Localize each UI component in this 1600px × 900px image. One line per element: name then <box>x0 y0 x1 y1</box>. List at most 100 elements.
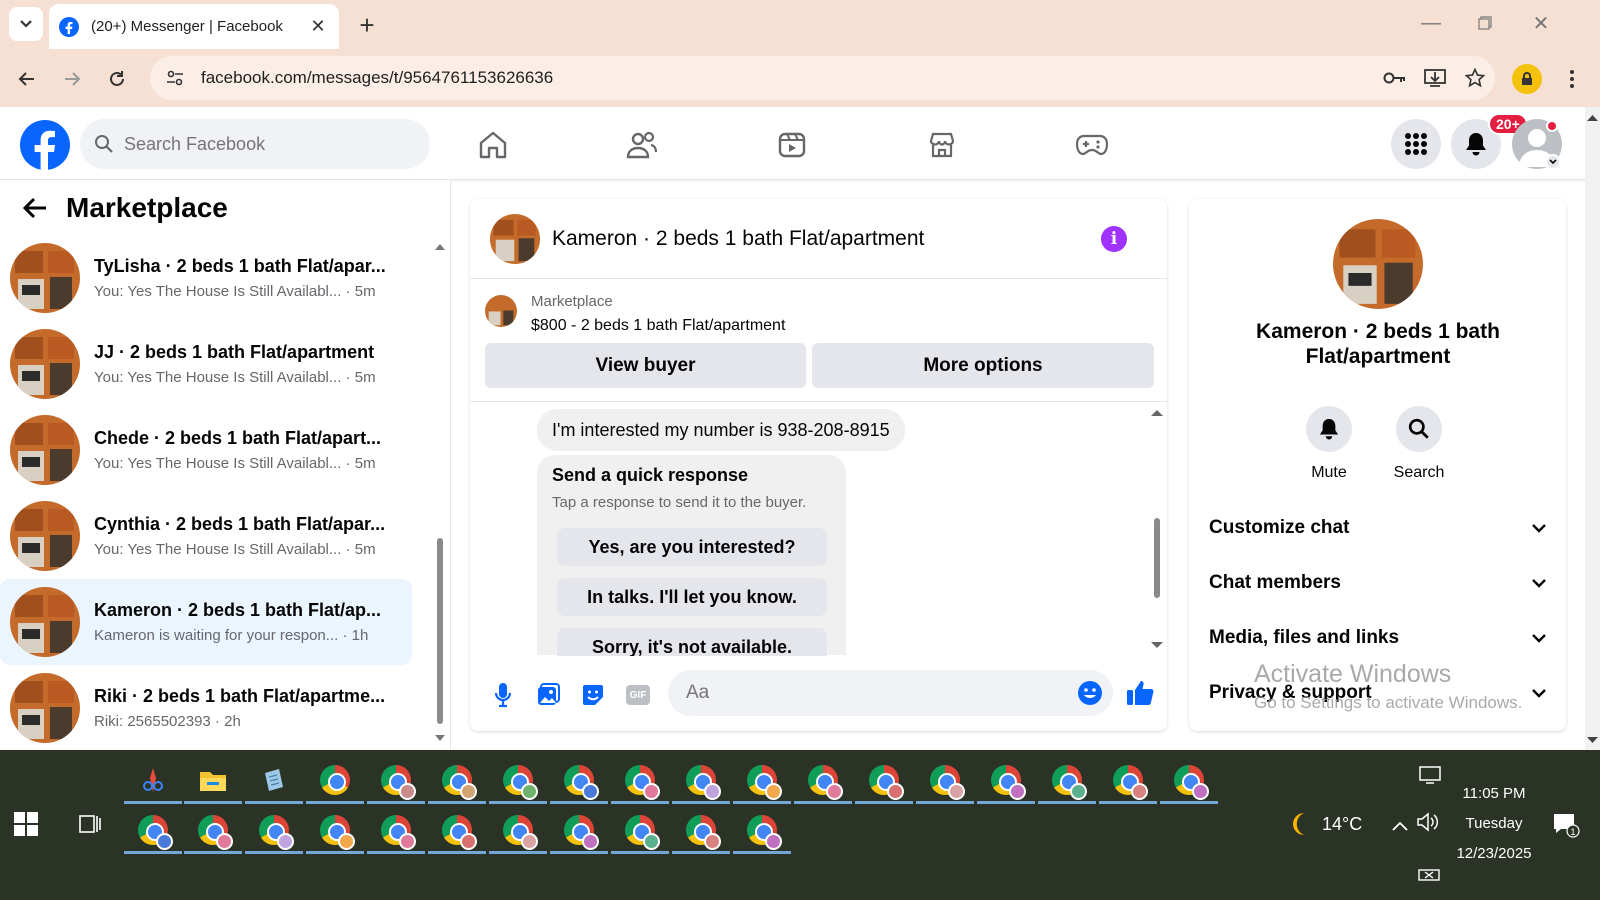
clock-day[interactable]: Tuesday <box>1454 815 1534 832</box>
photo-icon[interactable] <box>533 680 563 710</box>
nav-friends[interactable] <box>582 121 702 169</box>
tab-close-icon[interactable]: ✕ <box>307 16 329 37</box>
page-scrollbar[interactable] <box>1585 107 1600 750</box>
paint-taskbar-button[interactable] <box>124 758 182 804</box>
facebook-search-box[interactable] <box>80 119 430 169</box>
bookmark-star-icon[interactable] <box>1455 58 1495 98</box>
chrome-taskbar-button[interactable] <box>1099 758 1157 804</box>
chrome-taskbar-button[interactable] <box>611 758 669 804</box>
clock-time[interactable]: 11:05 PM <box>1454 785 1534 802</box>
emoji-icon[interactable] <box>1077 680 1103 706</box>
chrome-taskbar-button[interactable] <box>306 758 364 804</box>
back-button[interactable] <box>10 62 44 96</box>
chrome-taskbar-button[interactable] <box>733 808 791 854</box>
menu-grid-button[interactable] <box>1391 119 1441 169</box>
chrome-taskbar-button[interactable] <box>428 758 486 804</box>
chrome-taskbar-button[interactable] <box>1038 758 1096 804</box>
chrome-taskbar-button[interactable] <box>367 758 425 804</box>
mute-button[interactable]: Mute <box>1294 406 1364 482</box>
conversation-item[interactable]: TyLisha · 2 beds 1 bath Flat/apar... You:… <box>0 235 412 321</box>
chrome-taskbar-button[interactable] <box>916 758 974 804</box>
site-info-icon[interactable] <box>165 68 185 88</box>
view-buyer-button[interactable]: View buyer <box>485 343 806 388</box>
chrome-taskbar-button[interactable] <box>124 808 182 854</box>
chrome-taskbar-button[interactable] <box>1160 758 1218 804</box>
chrome-taskbar-button[interactable] <box>733 758 791 804</box>
quick-response-in-talks[interactable]: In talks. I'll let you know. <box>557 578 827 616</box>
chrome-taskbar-button[interactable] <box>489 758 547 804</box>
notepad-taskbar-button[interactable] <box>245 758 303 804</box>
show-hidden-icons[interactable] <box>1392 815 1408 836</box>
chrome-taskbar-button[interactable] <box>550 808 608 854</box>
conversation-item[interactable]: Cynthia · 2 beds 1 bath Flat/apar... You:… <box>0 493 412 579</box>
contact-avatar[interactable] <box>1333 219 1423 309</box>
back-arrow-icon[interactable] <box>22 197 48 219</box>
chat-members-row[interactable]: Chat members <box>1209 563 1547 603</box>
like-button[interactable] <box>1125 678 1155 708</box>
facebook-search-input[interactable] <box>124 133 404 155</box>
message-input[interactable] <box>686 682 1077 704</box>
chrome-taskbar-button[interactable] <box>977 758 1035 804</box>
quick-response-yes[interactable]: Yes, are you interested? <box>557 528 827 566</box>
message-input-box[interactable] <box>668 670 1113 716</box>
listing-title[interactable]: $800 - 2 beds 1 bath Flat/apartment <box>531 317 785 335</box>
chrome-taskbar-button[interactable] <box>245 808 303 854</box>
volume-icon[interactable] <box>1416 812 1440 837</box>
chrome-taskbar-button[interactable] <box>550 758 608 804</box>
chrome-taskbar-button[interactable] <box>672 808 730 854</box>
microphone-icon[interactable] <box>488 680 518 710</box>
account-chevron-icon[interactable] <box>1545 154 1561 170</box>
chrome-taskbar-button[interactable] <box>611 808 669 854</box>
nav-marketplace[interactable] <box>882 121 1002 169</box>
url-text[interactable]: facebook.com/messages/t/9564761153626636 <box>201 68 1375 88</box>
weather-widget[interactable]: 14°C <box>1286 810 1362 838</box>
files-taskbar-button[interactable] <box>184 758 242 804</box>
chrome-taskbar-button[interactable] <box>794 758 852 804</box>
extension-icon[interactable] <box>1512 64 1542 94</box>
minimize-button[interactable]: — <box>1406 6 1456 40</box>
chrome-taskbar-button[interactable] <box>367 808 425 854</box>
conversation-item[interactable]: Riki · 2 beds 1 bath Flat/apartme... Riki… <box>0 665 412 747</box>
address-bar[interactable]: facebook.com/messages/t/9564761153626636 <box>150 56 1495 100</box>
facebook-logo-icon[interactable] <box>20 120 70 170</box>
chrome-taskbar-button[interactable] <box>672 758 730 804</box>
windows-start-icon[interactable] <box>14 812 38 841</box>
forward-button[interactable] <box>55 62 89 96</box>
restore-button[interactable] <box>1460 6 1510 40</box>
sticker-icon[interactable] <box>578 680 608 710</box>
nav-video[interactable] <box>732 121 852 169</box>
browser-menu-icon[interactable] <box>1562 64 1582 94</box>
media-files-links-row[interactable]: Media, files and links <box>1209 618 1547 658</box>
close-window-button[interactable]: ✕ <box>1516 6 1566 40</box>
conversation-item[interactable]: Chede · 2 beds 1 bath Flat/apart... You: … <box>0 407 412 493</box>
reload-button[interactable] <box>100 62 134 96</box>
task-view-icon[interactable] <box>78 812 102 841</box>
network-icon[interactable] <box>1418 866 1440 887</box>
chrome-taskbar-button[interactable] <box>306 808 364 854</box>
chrome-taskbar-button[interactable] <box>428 808 486 854</box>
chrome-taskbar-button[interactable] <box>489 808 547 854</box>
info-icon[interactable]: i <box>1101 225 1127 252</box>
password-key-icon[interactable] <box>1375 58 1415 98</box>
new-tab-button[interactable]: + <box>352 10 382 40</box>
browser-tab[interactable]: (20+) Messenger | Facebook ✕ <box>49 4 339 49</box>
conversation-list-scrollbar[interactable] <box>434 240 446 745</box>
display-icon[interactable] <box>1418 765 1442 790</box>
message-thread-scrollbar[interactable] <box>1150 403 1164 656</box>
chrome-taskbar-button[interactable] <box>855 758 913 804</box>
quick-response-not-available[interactable]: Sorry, it's not available. <box>557 628 827 656</box>
gif-icon[interactable]: GIF <box>623 680 653 710</box>
tab-search-button[interactable] <box>9 7 43 41</box>
more-options-button[interactable]: More options <box>812 343 1154 388</box>
customize-chat-row[interactable]: Customize chat <box>1209 508 1547 548</box>
install-app-icon[interactable] <box>1415 58 1455 98</box>
search-in-chat-button[interactable]: Search <box>1384 406 1454 482</box>
conversation-item[interactable]: JJ · 2 beds 1 bath Flat/apartment You: Ye… <box>0 321 412 407</box>
nav-home[interactable] <box>433 121 553 169</box>
chat-avatar[interactable] <box>490 213 540 264</box>
notification-center-icon[interactable]: 1 <box>1552 812 1580 843</box>
chat-title[interactable]: Kameron · 2 beds 1 bath Flat/apartment <box>552 227 1101 251</box>
nav-gaming[interactable] <box>1032 121 1152 169</box>
clock-date[interactable]: 12/23/2025 <box>1444 845 1544 862</box>
chrome-taskbar-button[interactable] <box>184 808 242 854</box>
